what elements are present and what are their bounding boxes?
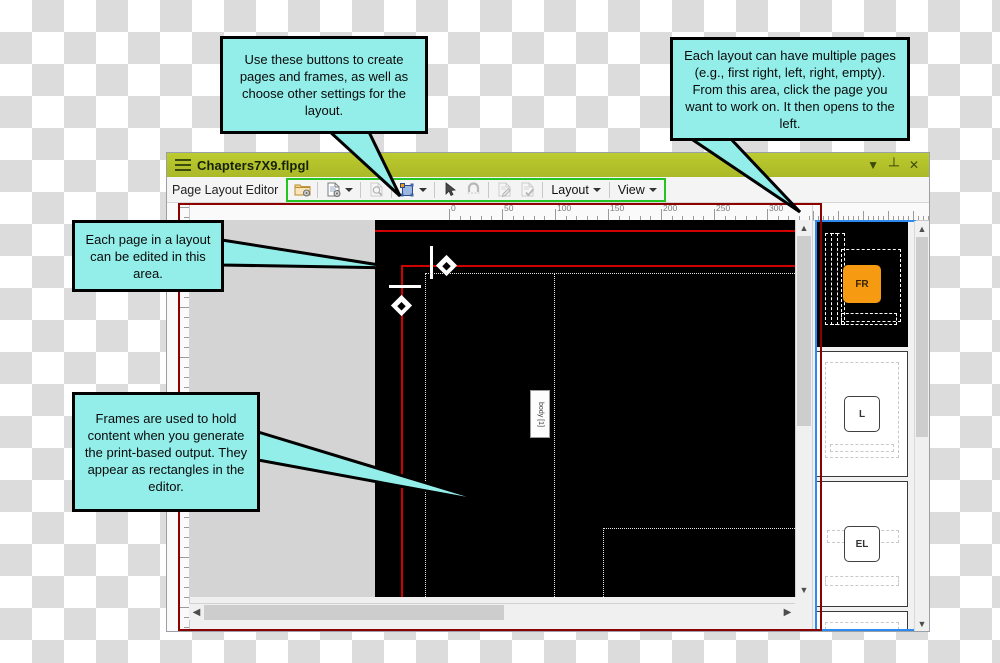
callout-frames: Frames are used to hold content when you… [72,392,260,512]
callout-edit-area-text: Each page in a layout can be edited in t… [85,231,211,281]
callout-toolbar: Use these buttons to create pages and fr… [220,36,428,134]
callout-pages-pane-text: Each layout can have multiple pages (e.g… [684,47,896,131]
callout-edit-area: Each page in a layout can be edited in t… [72,220,224,292]
callout-toolbar-text: Use these buttons to create pages and fr… [239,52,409,118]
callout-pages-pane: Each layout can have multiple pages (e.g… [670,37,910,141]
callout-frames-text: Frames are used to hold content when you… [84,410,248,494]
